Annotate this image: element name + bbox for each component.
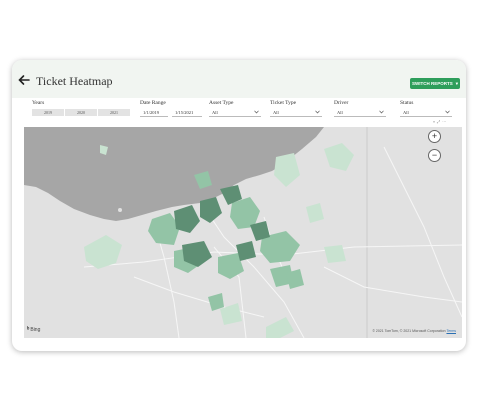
ticket-type-select[interactable]: All: [270, 108, 322, 117]
visual-toolbar: ▿⤢⋯: [433, 119, 448, 124]
chevron-down-icon: [379, 110, 384, 114]
years-label: Years: [32, 100, 45, 106]
year-option-2021[interactable]: 2021: [98, 109, 130, 116]
bing-label: Bing: [30, 327, 41, 333]
switch-reports-button[interactable]: SWITCH REPORTS ▾: [410, 78, 460, 89]
map-canvas: [24, 127, 462, 338]
status-label: Status: [400, 100, 414, 106]
zoom-in-button[interactable]: +: [428, 130, 441, 143]
ticket-type-label: Ticket Type: [270, 100, 297, 106]
year-option-2020[interactable]: 2020: [65, 109, 97, 116]
more-options-icon[interactable]: ⋯: [442, 119, 448, 124]
report-card: Ticket Heatmap SWITCH REPORTS ▾ Years 20…: [12, 60, 466, 351]
zoom-out-button[interactable]: −: [428, 149, 441, 162]
map-copyright: © 2021 TomTom, © 2021 Microsoft Corporat…: [372, 329, 456, 333]
filter-bar: Years 2019 2020 2021 Date Range 1/1/2019…: [12, 98, 466, 126]
driver-value: All: [337, 109, 343, 115]
driver-select[interactable]: All: [334, 108, 386, 117]
terms-link[interactable]: Terms: [446, 329, 456, 333]
date-start-input[interactable]: 1/1/2019: [140, 108, 168, 117]
status-select[interactable]: All: [400, 108, 452, 117]
back-arrow-icon[interactable]: [17, 73, 31, 87]
chevron-down-icon: [315, 110, 320, 114]
date-end-input[interactable]: 1/15/2021: [172, 108, 202, 117]
asset-type-label: Asset Type: [209, 100, 234, 106]
chevron-down-icon: [254, 110, 259, 114]
island: [118, 208, 122, 212]
switch-reports-label: SWITCH REPORTS: [411, 81, 453, 86]
date-range-label: Date Range: [140, 100, 166, 106]
asset-type-select[interactable]: All: [209, 108, 261, 117]
ticket-type-value: All: [273, 109, 279, 115]
bing-b-icon: ᵇ: [27, 327, 30, 333]
chevron-down-icon: ▾: [455, 80, 459, 86]
year-option-2019[interactable]: 2019: [32, 109, 64, 116]
copyright-text: © 2021 TomTom, © 2021 Microsoft Corporat…: [372, 329, 446, 333]
heatmap-map[interactable]: + − ᵇ Bing © 2021 TomTom, © 2021 Microso…: [24, 127, 462, 338]
driver-label: Driver: [334, 100, 349, 106]
report-header: Ticket Heatmap SWITCH REPORTS ▾: [12, 60, 466, 98]
asset-type-value: All: [212, 109, 218, 115]
status-value: All: [403, 109, 409, 115]
bing-logo: ᵇ Bing: [27, 327, 40, 333]
chevron-down-icon: [445, 110, 450, 114]
page-title: Ticket Heatmap: [36, 74, 113, 88]
